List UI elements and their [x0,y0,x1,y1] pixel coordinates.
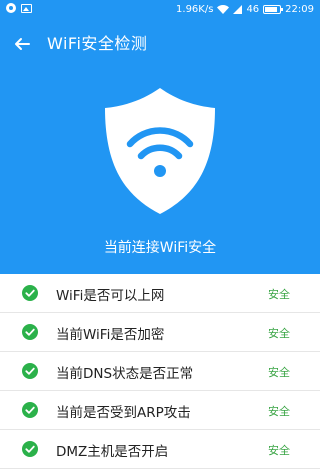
check-status-badge: 安全 [268,366,290,379]
image-icon [21,3,32,13]
check-label: 当前WiFi是否加密 [56,327,165,343]
check-status-badge: 安全 [268,444,290,457]
check-status-badge: 安全 [268,327,290,340]
network-speed: 1.96K/s [176,4,214,15]
clock: 22:09 [285,4,314,15]
check-item-dns[interactable]: 当前DNS状态是否正常 安全 [0,352,320,391]
battery-icon [263,5,284,14]
wifi-status-icon [217,5,230,14]
check-status-badge: 安全 [268,405,290,418]
check-circle-icon [22,402,38,418]
check-label: 当前是否受到ARP攻击 [56,405,191,421]
check-label: DMZ主机是否开启 [56,444,169,460]
check-item-internet[interactable]: WiFi是否可以上网 安全 [0,274,320,313]
toolbar: WiFi安全检测 [0,24,320,64]
back-button[interactable] [10,32,34,56]
signal-label: 46 [246,4,260,15]
check-circle-icon [22,324,38,340]
check-item-dmz[interactable]: DMZ主机是否开启 安全 [0,430,320,469]
back-arrow-icon [15,38,30,50]
notification-icon [6,3,16,13]
signal-icon [233,5,243,14]
check-label: WiFi是否可以上网 [56,288,165,304]
wifi-shield-icon [105,88,215,214]
check-status-badge: 安全 [268,288,290,301]
check-item-arp[interactable]: 当前是否受到ARP攻击 安全 [0,391,320,430]
status-bar: 1.96K/s 46 22:09 [0,0,320,20]
connection-status-text: 当前连接WiFi安全 [103,240,217,256]
security-check-list: WiFi是否可以上网 安全 当前WiFi是否加密 安全 当前DNS状态是否正常 … [0,274,320,469]
check-circle-icon [22,363,38,379]
check-circle-icon [22,285,38,301]
check-item-encryption[interactable]: 当前WiFi是否加密 安全 [0,313,320,352]
page-title: WiFi安全检测 [47,34,148,53]
check-label: 当前DNS状态是否正常 [56,366,194,382]
